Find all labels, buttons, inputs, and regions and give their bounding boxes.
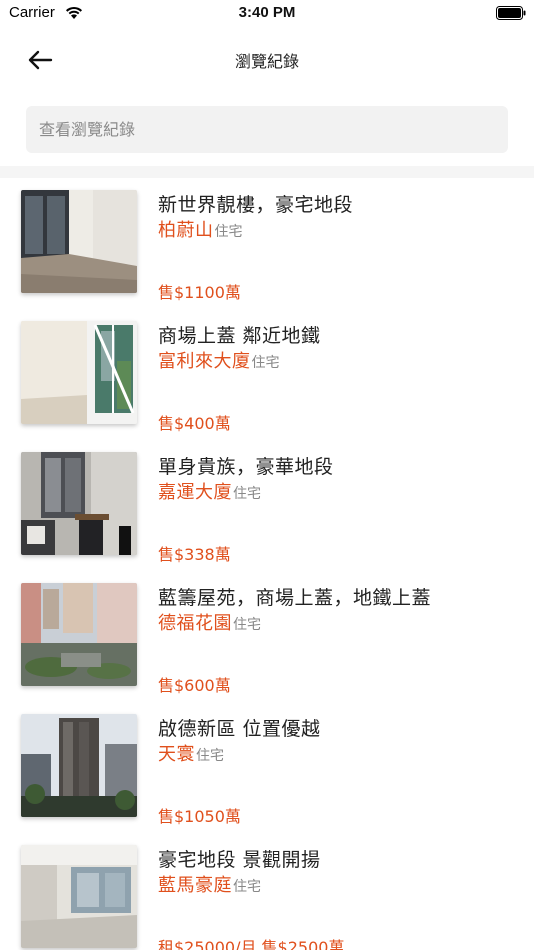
property-photo [21, 583, 137, 686]
listing-title: 商場上蓋 鄰近地鐵 [158, 325, 321, 347]
listing-price: 租$25000/月 售$2500萬 [158, 938, 345, 950]
listing-title: 單身貴族，豪華地段 [158, 456, 334, 478]
property-type: 住宅 [251, 355, 280, 371]
estate-row: 藍馬豪庭住宅 [158, 871, 261, 897]
list-item[interactable]: 新世界靚樓，豪宅地段 柏蔚山住宅 售$1100萬 [0, 178, 534, 309]
list-item[interactable]: 單身貴族，豪華地段 嘉運大廈住宅 售$338萬 [0, 440, 534, 571]
section-divider [0, 166, 534, 178]
listing-title: 藍籌屋苑，商場上蓋，地鐵上蓋 [158, 587, 432, 609]
listing-price: 售$400萬 [158, 414, 231, 433]
nav-bar: 瀏覽紀錄 [0, 38, 534, 82]
estate-name: 天寰 [158, 744, 195, 765]
history-list: 新世界靚樓，豪宅地段 柏蔚山住宅 售$1100萬 商場上蓋 鄰近地鐵 富利來大廈… [0, 178, 534, 950]
list-item[interactable]: 豪宅地段 景觀開揚 藍馬豪庭住宅 租$25000/月 售$2500萬 [0, 833, 534, 950]
property-type: 住宅 [196, 748, 224, 764]
listing-title: 豪宅地段 景觀開揚 [158, 849, 321, 871]
estate-row: 天寰住宅 [158, 740, 224, 766]
property-type: 住宅 [214, 224, 243, 240]
property-photo [21, 452, 137, 555]
property-photo [21, 845, 137, 948]
listing-price: 售$338萬 [158, 545, 231, 564]
listing-price: 售$600萬 [158, 676, 231, 695]
clock: 3:40 PM [238, 4, 296, 21]
list-item[interactable]: 商場上蓋 鄰近地鐵 富利來大廈住宅 售$400萬 [0, 309, 534, 440]
estate-name: 德福花園 [158, 613, 232, 634]
listing-title: 啟德新區 位置優越 [158, 718, 321, 740]
property-type: 住宅 [233, 617, 261, 633]
status-bar: Carrier 3:40 PM [0, 0, 534, 28]
estate-name: 藍馬豪庭 [158, 875, 232, 896]
estate-row: 嘉運大廈住宅 [158, 478, 261, 504]
search-box [26, 106, 508, 153]
estate-row: 德福花園住宅 [158, 609, 261, 635]
property-photo [21, 714, 137, 817]
property-type: 住宅 [233, 879, 261, 895]
listing-title: 新世界靚樓，豪宅地段 [158, 194, 354, 216]
estate-row: 富利來大廈住宅 [158, 347, 280, 373]
page-title: 瀏覽紀錄 [234, 52, 299, 71]
estate-row: 柏蔚山住宅 [158, 216, 243, 242]
list-item[interactable]: 啟德新區 位置優越 天寰住宅 售$1050萬 [0, 702, 534, 833]
property-type: 住宅 [233, 486, 261, 502]
estate-name: 富利來大廈 [158, 351, 251, 372]
listing-price: 售$1050萬 [158, 807, 241, 826]
listing-price: 售$1100萬 [158, 283, 241, 302]
search-input[interactable] [26, 106, 508, 153]
battery-icon [496, 6, 526, 20]
list-item[interactable]: 藍籌屋苑，商場上蓋，地鐵上蓋 德福花園住宅 售$600萬 [0, 571, 534, 702]
property-photo [21, 190, 137, 293]
property-photo [21, 321, 137, 424]
estate-name: 柏蔚山 [158, 220, 214, 241]
estate-name: 嘉運大廈 [158, 482, 232, 503]
